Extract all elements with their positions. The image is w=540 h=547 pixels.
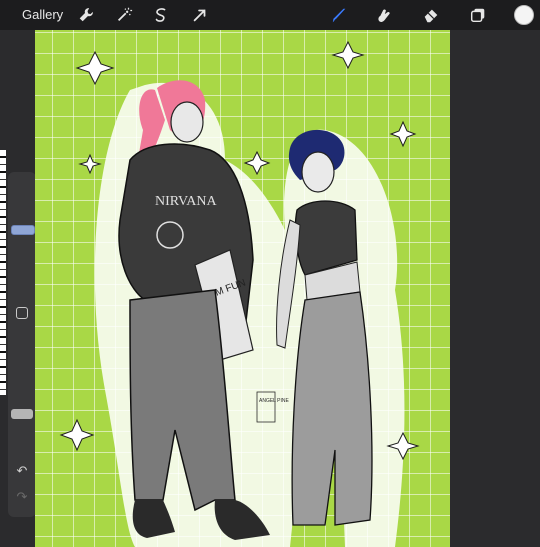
brush-size-slider[interactable] <box>8 184 36 294</box>
magic-wand-icon[interactable] <box>114 5 134 25</box>
opacity-slider-handle[interactable] <box>11 409 33 419</box>
gallery-button[interactable]: Gallery <box>22 7 63 22</box>
selection-icon[interactable] <box>151 5 171 25</box>
signature-text: ANGEL PINE <box>259 398 289 404</box>
undo-arrow-icon[interactable]: ↶ <box>14 464 30 480</box>
brush-size-slider-handle[interactable] <box>11 224 35 235</box>
left-sidebar: ↶ ↷ <box>8 172 36 517</box>
workspace-margin <box>450 30 540 547</box>
smudge-icon[interactable] <box>373 5 393 25</box>
wrench-icon[interactable] <box>76 5 96 25</box>
brush-icon[interactable] <box>328 5 350 25</box>
opacity-slider[interactable] <box>8 337 36 437</box>
redo-arrow-icon[interactable]: ↷ <box>14 490 30 506</box>
drawing-canvas[interactable]: NIRVANA 2AM FUN ANGEL PINE <box>35 30 450 547</box>
shirt-text: NIRVANA <box>155 194 218 209</box>
transform-arrow-icon[interactable] <box>190 5 210 25</box>
modify-button[interactable] <box>16 307 28 319</box>
eraser-icon[interactable] <box>421 5 441 25</box>
artwork: NIRVANA 2AM FUN ANGEL PINE <box>59 40 420 547</box>
color-picker-button[interactable] <box>514 5 534 25</box>
reference-image-edge <box>0 150 6 395</box>
layers-icon[interactable] <box>468 5 488 25</box>
top-toolbar: Gallery <box>0 0 540 30</box>
